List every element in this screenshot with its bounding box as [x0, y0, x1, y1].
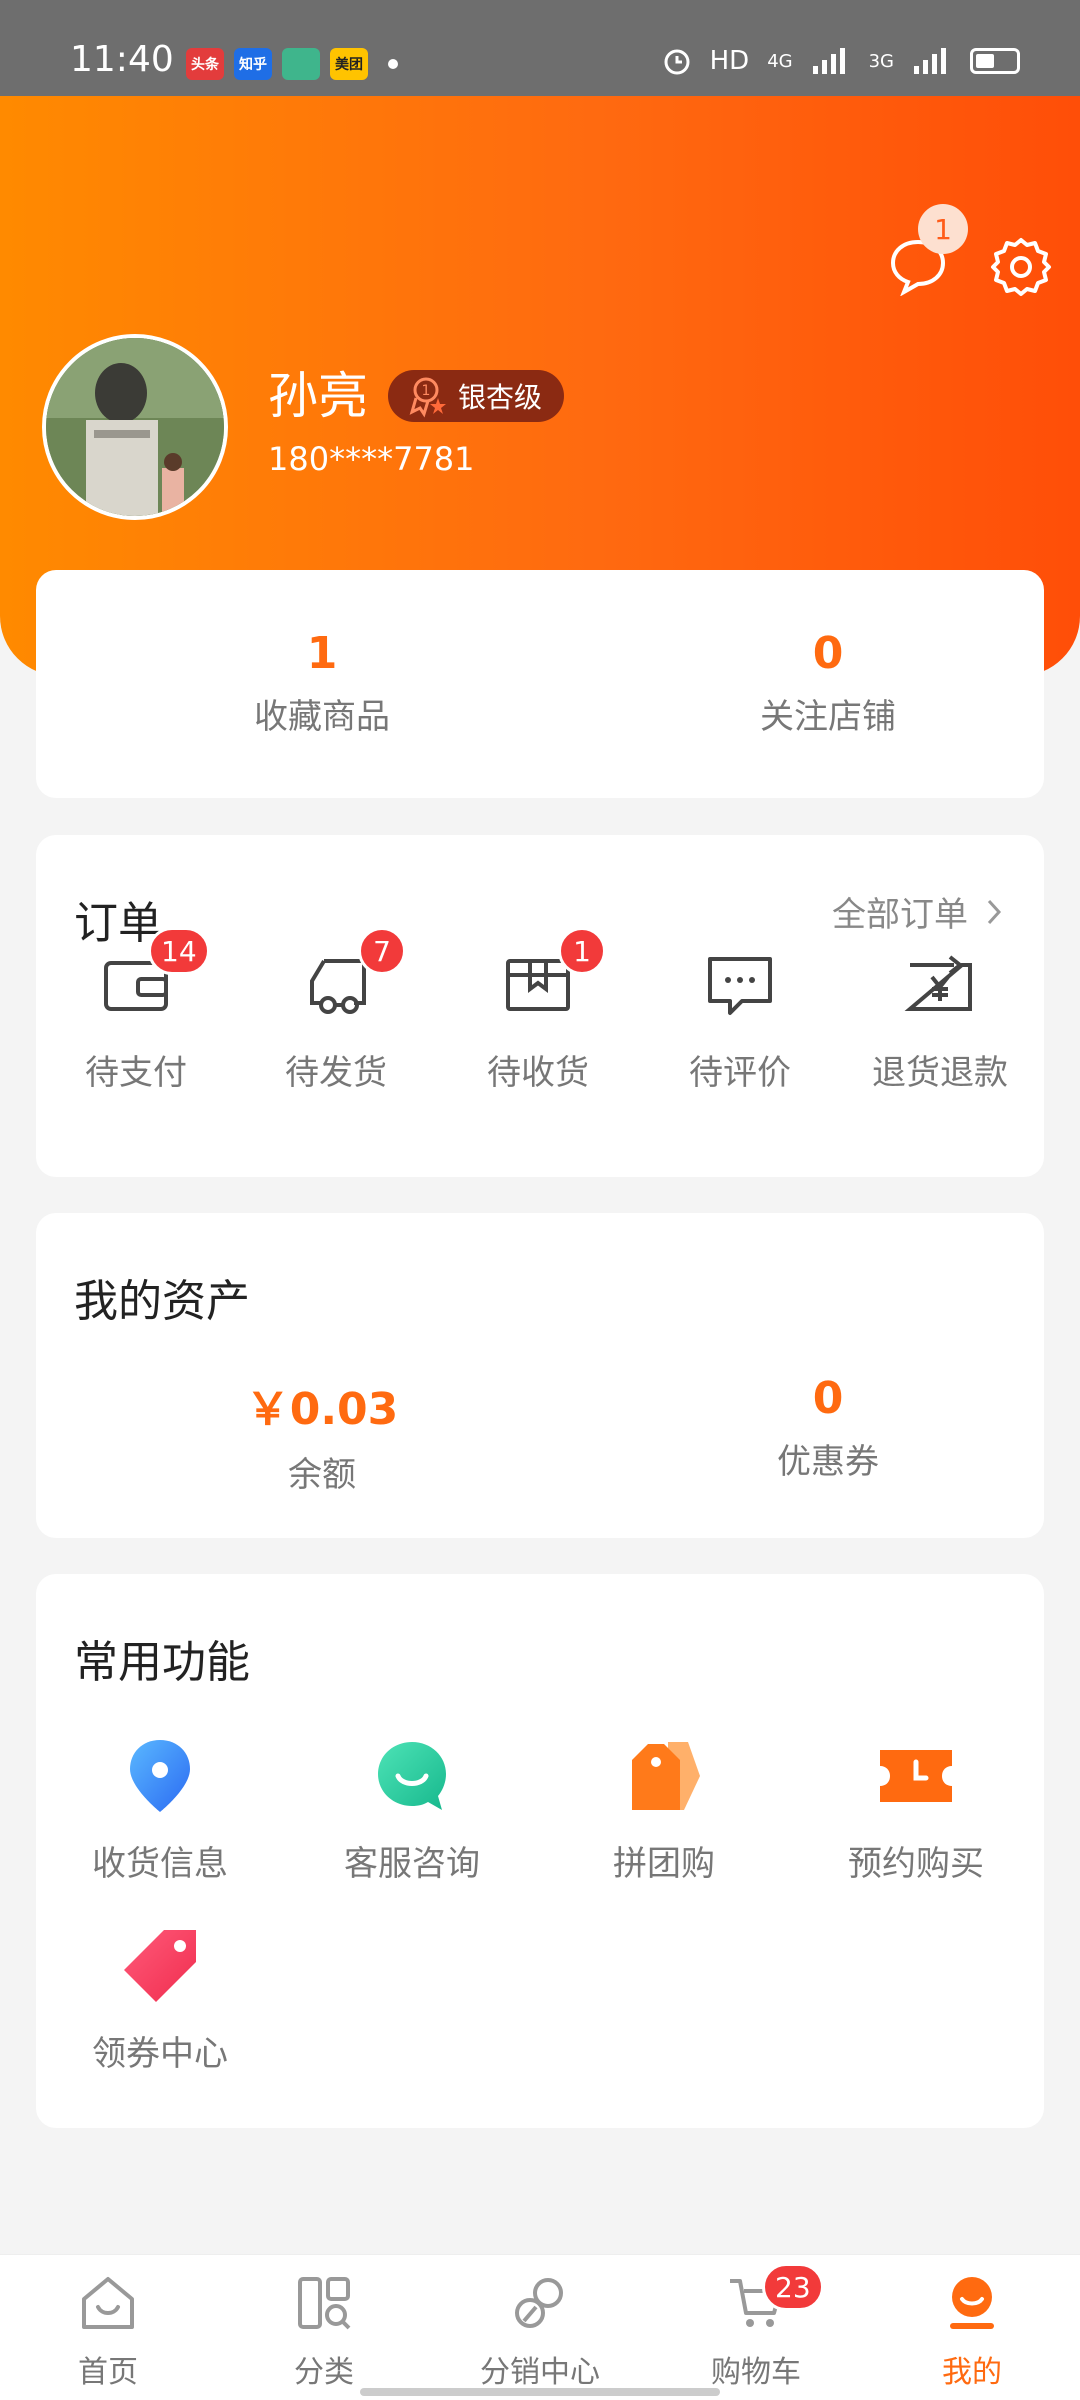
settings-gear-icon[interactable] — [990, 236, 1052, 298]
signal-3g-label: 3G — [868, 50, 894, 72]
all-orders-link[interactable]: 全部订单 — [832, 887, 1004, 936]
alarm-icon — [664, 49, 690, 75]
category-icon — [298, 2277, 351, 2330]
function-group-buy-label: 拼团购 — [613, 1844, 715, 1884]
function-shipping-info[interactable]: 收货信息 — [50, 1736, 270, 1885]
tab-home[interactable]: 首页 — [28, 2273, 188, 2391]
order-pending-review[interactable]: 待评价 — [640, 947, 840, 1094]
order-pending-payment-label: 待支付 — [85, 1053, 187, 1093]
signal-bars-icon — [812, 48, 845, 74]
tab-profile[interactable]: 我的 — [892, 2273, 1052, 2391]
followed-shops-count: 0 — [812, 628, 844, 679]
reservation-ticket-icon — [880, 1750, 952, 1802]
cart-badge: 23 — [762, 2263, 824, 2311]
all-orders-label: 全部订单 — [832, 895, 968, 935]
zhihu-app-icon: 知乎 — [234, 48, 272, 80]
chevron-right-icon — [987, 899, 1002, 924]
location-pin-icon — [130, 1740, 190, 1812]
refund-icon — [904, 955, 972, 1011]
favorite-goods-label: 收藏商品 — [254, 697, 390, 737]
tab-distribution-label: 分销中心 — [480, 2355, 600, 2390]
order-pending-review-label: 待评价 — [689, 1053, 791, 1093]
balance-stat[interactable]: ￥0.03 余额 — [172, 1373, 472, 1496]
functions-title: 常用功能 — [74, 1637, 250, 1688]
battery-icon — [970, 48, 1020, 74]
hd-indicator: HD — [709, 46, 750, 76]
order-pending-shipment[interactable]: 待发货 7 — [236, 927, 436, 1094]
coupons-label: 优惠券 — [777, 1442, 879, 1482]
home-indicator[interactable] — [360, 2388, 720, 2396]
order-refund-label: 退货退款 — [872, 1053, 1008, 1093]
group-buy-tag-icon — [632, 1742, 700, 1810]
notes-app-icon — [282, 48, 320, 80]
favorite-goods-count: 1 — [306, 628, 338, 679]
avatar-photo — [46, 338, 224, 516]
followed-shops-stat[interactable]: 0 关注店铺 — [678, 628, 978, 738]
order-refund[interactable]: 退货退款 — [840, 947, 1040, 1094]
meituan-app-icon: 美团 — [330, 48, 368, 80]
tab-distribution[interactable]: 分销中心 — [460, 2273, 620, 2391]
favorites-stats-card: 1 收藏商品 0 关注店铺 — [36, 570, 1044, 798]
bottom-tab-bar: 首页 分类 分销中心 购物车 23 我的 — [0, 2254, 1080, 2400]
status-bar: 11:40 头条 知乎 美团 HD 4G 3G — [0, 0, 1080, 96]
svg-text:1: 1 — [422, 383, 431, 399]
phone-number: 180****7781 — [268, 440, 475, 478]
order-pending-shipment-badge: 7 — [358, 927, 406, 975]
coupons-value: 0 — [812, 1373, 844, 1424]
balance-value: ￥0.03 — [245, 1384, 399, 1435]
home-icon — [82, 2277, 134, 2329]
function-coupon-center[interactable]: 领券中心 — [50, 1926, 270, 2075]
medal-icon: 1 — [409, 377, 446, 418]
message-badge: 1 — [918, 204, 968, 254]
function-reservation-label: 预约购买 — [848, 1844, 984, 1884]
member-level-badge[interactable]: 1 银杏级 — [388, 370, 565, 422]
function-shipping-info-label: 收货信息 — [92, 1844, 228, 1884]
coupon-tag-icon — [124, 1930, 196, 2002]
coupons-stat[interactable]: 0 优惠券 — [678, 1373, 978, 1483]
orders-card: 订单 全部订单 待支付 14 待发货 7 待收货 1 待评价 退货退款 — [36, 835, 1044, 1177]
function-coupon-center-label: 领券中心 — [92, 2034, 228, 2074]
order-pending-receipt-badge: 1 — [558, 927, 606, 975]
tab-home-label: 首页 — [78, 2355, 138, 2390]
function-customer-service[interactable]: 客服咨询 — [302, 1736, 522, 1885]
tab-cart-label: 购物车 — [711, 2355, 801, 2390]
more-notifications-dot — [388, 59, 398, 69]
favorite-goods-stat[interactable]: 1 收藏商品 — [172, 628, 472, 738]
order-pending-shipment-label: 待发货 — [285, 1053, 387, 1093]
tab-category-label: 分类 — [294, 2355, 354, 2390]
function-reservation[interactable]: 预约购买 — [806, 1736, 1026, 1885]
toutiao-app-icon: 头条 — [186, 48, 224, 80]
order-pending-receipt[interactable]: 待收货 1 — [438, 927, 638, 1094]
username: 孙亮 — [268, 367, 368, 425]
comment-icon — [708, 957, 772, 1015]
function-customer-service-label: 客服咨询 — [344, 1844, 480, 1884]
status-app-icons: 头条 知乎 美团 — [186, 48, 398, 80]
profile-icon — [950, 2277, 994, 2329]
common-functions-card: 常用功能 收货信息 客服咨询 拼团购 预约购买 领券中心 — [36, 1574, 1044, 2128]
assets-title: 我的资产 — [74, 1276, 250, 1327]
function-group-buy[interactable]: 拼团购 — [554, 1736, 774, 1885]
avatar[interactable] — [42, 334, 228, 520]
status-time: 11:40 — [70, 39, 174, 80]
signal-4g-label: 4G — [767, 50, 793, 72]
status-right: HD 4G 3G — [662, 46, 1020, 76]
balance-label: 余额 — [288, 1455, 356, 1495]
member-level-label: 银杏级 — [458, 381, 543, 414]
tab-category[interactable]: 分类 — [244, 2273, 404, 2391]
tab-cart[interactable]: 购物车 23 — [676, 2263, 836, 2391]
order-pending-payment[interactable]: 待支付 14 — [36, 927, 236, 1094]
tab-profile-label: 我的 — [942, 2355, 1002, 2390]
followed-shops-label: 关注店铺 — [760, 697, 896, 737]
order-pending-payment-badge: 14 — [148, 927, 210, 975]
customer-service-icon — [378, 1742, 446, 1810]
distribution-icon — [515, 2278, 563, 2328]
assets-card: 我的资产 ￥0.03 余额 0 优惠券 — [36, 1213, 1044, 1538]
signal-bars-2-icon — [914, 48, 946, 74]
order-pending-receipt-label: 待收货 — [487, 1053, 589, 1093]
